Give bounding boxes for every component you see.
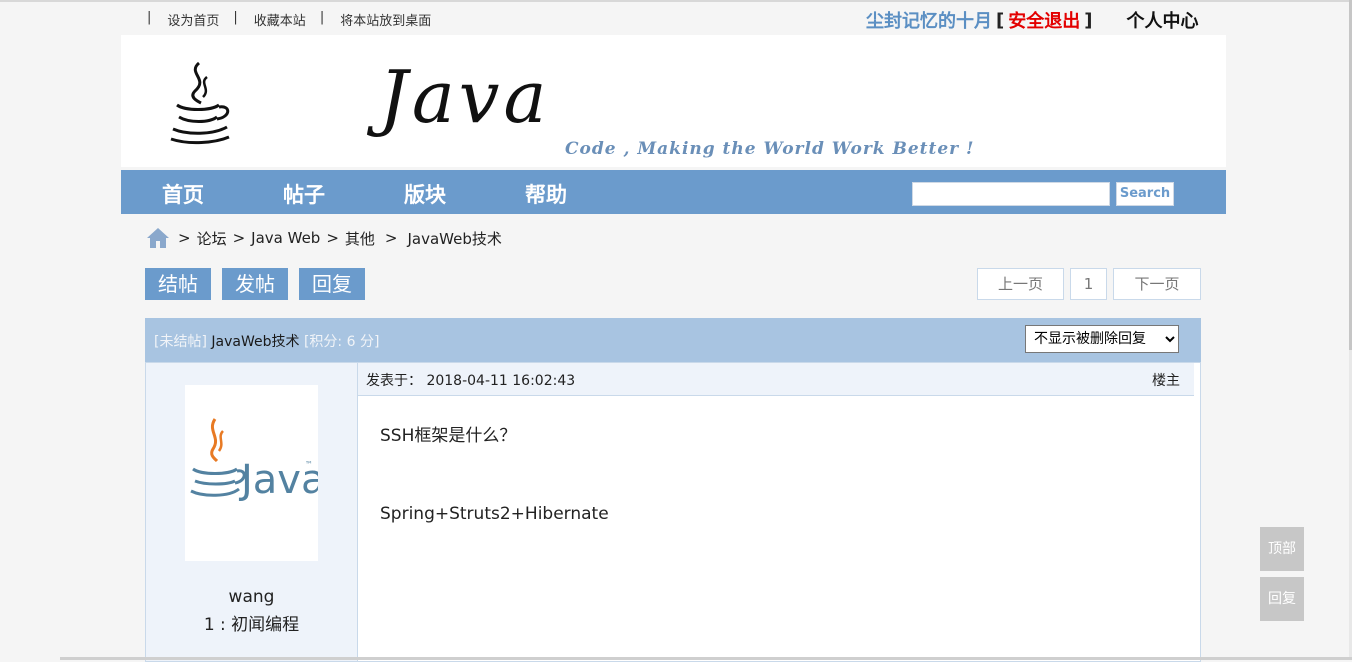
top-link-separator: | xyxy=(147,10,152,25)
top-link-separator: | xyxy=(233,10,238,25)
nav-posts[interactable]: 帖子 xyxy=(283,179,325,209)
java-cup-logo xyxy=(170,61,230,145)
post-card: Java ™ wang 1 : 初闻编程 发表于： 2018-04-11 16:… xyxy=(145,362,1201,662)
posted-time: 2018-04-11 16:02:43 xyxy=(426,373,576,389)
nav-home[interactable]: 首页 xyxy=(162,179,204,209)
thread-title-text: JavaWeb技术 xyxy=(211,334,300,350)
bracket-open: [ xyxy=(996,9,1005,31)
add-to-desktop-link[interactable]: 将本站放到桌面 xyxy=(340,10,431,29)
breadcrumb-current: JavaWeb技术 xyxy=(407,229,502,248)
page-number-button[interactable]: 1 xyxy=(1070,268,1107,300)
set-homepage-link[interactable]: 设为首页 xyxy=(167,10,219,29)
top-border xyxy=(0,0,1352,2)
breadcrumb: > 论坛 > Java Web > 其他 > JavaWeb技术 xyxy=(146,226,508,250)
post-meta: 发表于： 2018-04-11 16:02:43 楼主 xyxy=(358,363,1194,396)
nav-boards[interactable]: 版块 xyxy=(404,179,446,209)
logout-link[interactable]: 安全退出 xyxy=(1008,7,1080,33)
back-to-top-button[interactable]: 顶部 xyxy=(1260,527,1304,571)
user-box: 尘封记忆的十月 [ 安全退出 ] 个人中心 xyxy=(866,7,1198,33)
thread-title: [未结帖] JavaWeb技术 [积分: 6 分] xyxy=(154,331,379,351)
breadcrumb-separator: > xyxy=(178,229,191,247)
breadcrumb-separator: > xyxy=(232,229,246,247)
top-link-separator: | xyxy=(319,10,325,25)
post-line: Spring+Struts2+Hibernate xyxy=(380,504,609,525)
nav-help[interactable]: 帮助 xyxy=(525,179,567,209)
breadcrumb-other[interactable]: 其他 xyxy=(345,228,375,249)
banner-slogan: Code , Making the World Work Better ! xyxy=(565,139,975,159)
main-nav: 首页 帖子 版块 帮助 Search xyxy=(121,170,1226,214)
status-badge: [未结帖] xyxy=(154,334,207,350)
site-banner: Java Code , Making the World Work Better… xyxy=(121,35,1226,167)
prev-page-button[interactable]: 上一页 xyxy=(977,268,1064,300)
post-content: SSH框架是什么？ Spring+Struts2+Hibernate xyxy=(380,425,609,581)
bookmark-site-link[interactable]: 收藏本站 xyxy=(254,10,306,29)
banner-brand: Java xyxy=(379,55,551,139)
post-line: SSH框架是什么？ xyxy=(380,426,517,446)
close-post-button[interactable]: 结帖 xyxy=(145,268,211,300)
author-pane: Java ™ wang 1 : 初闻编程 xyxy=(146,363,358,661)
score-badge: [积分: 6 分] xyxy=(303,334,380,350)
reply-filter-select[interactable]: 不显示被删除回复 xyxy=(1025,325,1179,353)
breadcrumb-separator: > xyxy=(384,229,398,247)
bracket-close: ] xyxy=(1084,9,1093,31)
new-post-button[interactable]: 发帖 xyxy=(222,268,288,300)
avatar-trademark: ™ xyxy=(305,460,313,469)
home-icon[interactable] xyxy=(146,226,170,250)
author-name[interactable]: wang xyxy=(146,587,357,607)
floor-label: 楼主 xyxy=(1152,373,1180,389)
next-page-button[interactable]: 下一页 xyxy=(1113,268,1201,300)
user-center-link[interactable]: 个人中心 xyxy=(1126,7,1198,33)
post-time: 发表于： 2018-04-11 16:02:43 xyxy=(366,370,575,390)
reply-button[interactable]: 回复 xyxy=(299,268,365,300)
avatar[interactable]: Java ™ xyxy=(185,385,318,561)
search-button[interactable]: Search xyxy=(1116,182,1174,206)
float-reply-button[interactable]: 回复 xyxy=(1260,577,1304,621)
breadcrumb-java-web[interactable]: Java Web xyxy=(251,229,320,247)
thread-header: [未结帖] JavaWeb技术 [积分: 6 分] 不显示被删除回复 xyxy=(145,318,1201,362)
breadcrumb-separator: > xyxy=(326,229,339,247)
search-input[interactable] xyxy=(912,182,1110,206)
breadcrumb-forum[interactable]: 论坛 xyxy=(197,228,227,249)
top-links: | 设为首页 | 收藏本站 | 将本站放到桌面 xyxy=(147,10,439,29)
author-level: 1 : 初闻编程 xyxy=(203,615,300,635)
username-link[interactable]: 尘封记忆的十月 xyxy=(866,7,992,33)
posted-label: 发表于： xyxy=(366,373,422,389)
